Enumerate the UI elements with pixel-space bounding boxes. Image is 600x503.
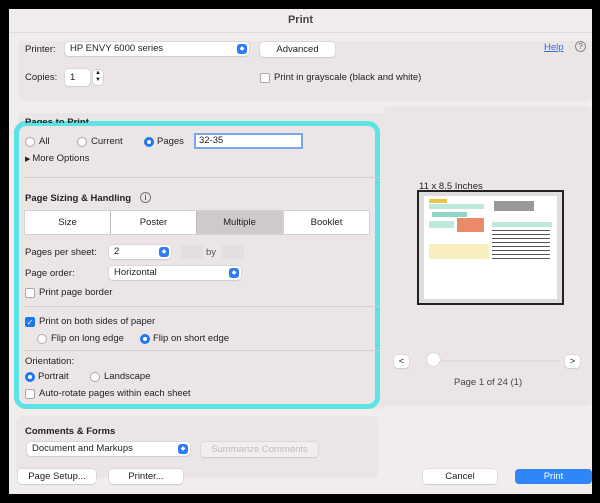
- tab-poster[interactable]: Poster: [111, 211, 196, 234]
- radio-long-edge-label: Flip on long edge: [51, 333, 124, 344]
- tab-booklet[interactable]: Booklet: [284, 211, 369, 234]
- autorotate-checkbox[interactable]: [25, 389, 35, 399]
- page-slider-thumb[interactable]: [427, 353, 440, 366]
- pages-per-sheet-value: 2: [114, 246, 120, 257]
- printer-button[interactable]: Printer...: [109, 469, 183, 484]
- page-info: Page 1 of 24 (1): [454, 377, 523, 388]
- comments-value: Document and Markups: [32, 443, 133, 454]
- next-page-button[interactable]: >: [565, 355, 580, 368]
- page-slider[interactable]: [434, 360, 560, 362]
- copies-input[interactable]: 1: [65, 69, 90, 86]
- page-preview: [417, 190, 564, 305]
- more-options-toggle[interactable]: ▶ More Options: [25, 153, 89, 164]
- chevron-updown-icon: ◆: [178, 444, 188, 454]
- chevron-updown-icon: ◆: [229, 268, 239, 278]
- printer-label: Printer:: [25, 44, 56, 55]
- help-link[interactable]: Help: [544, 42, 564, 53]
- more-options-label: More Options: [32, 153, 90, 164]
- radio-current[interactable]: [77, 137, 87, 147]
- page-border-checkbox[interactable]: [25, 288, 35, 298]
- radio-pages[interactable]: [144, 137, 154, 147]
- grayscale-checkbox[interactable]: [260, 73, 270, 83]
- page-range-input[interactable]: 32-35: [194, 133, 303, 149]
- radio-pages-label: Pages: [157, 136, 184, 147]
- comments-select[interactable]: Document and Markups ◆: [27, 442, 190, 456]
- radio-current-label: Current: [91, 136, 123, 147]
- both-sides-label: Print on both sides of paper: [39, 316, 156, 327]
- printer-value: HP ENVY 6000 series: [70, 43, 164, 54]
- page-order-label: Page order:: [25, 268, 75, 279]
- cancel-button[interactable]: Cancel: [423, 469, 497, 484]
- info-icon[interactable]: i: [140, 192, 151, 203]
- tab-multiple[interactable]: Multiple: [197, 211, 282, 234]
- tab-size[interactable]: Size: [25, 211, 110, 234]
- print-dialog: Print Printer: HP ENVY 6000 series ◆ Adva…: [9, 9, 592, 494]
- pages-per-sheet-select[interactable]: 2 ◆: [109, 245, 171, 259]
- custom-rows-input: [222, 245, 244, 259]
- radio-portrait[interactable]: [25, 372, 35, 382]
- prev-page-button[interactable]: <: [394, 355, 409, 368]
- radio-short-edge-label: Flip on short edge: [153, 333, 230, 344]
- both-sides-checkbox[interactable]: ✓: [25, 317, 35, 327]
- chevron-updown-icon: ◆: [237, 44, 247, 54]
- autorotate-label: Auto-rotate pages within each sheet: [39, 388, 191, 399]
- by-label: by: [206, 247, 217, 258]
- copies-label: Copies:: [25, 72, 58, 83]
- radio-landscape[interactable]: [90, 372, 100, 382]
- page-setup-button[interactable]: Page Setup...: [18, 469, 96, 484]
- custom-columns-input: [181, 245, 203, 259]
- divider: [24, 177, 379, 178]
- divider: [24, 350, 379, 351]
- chevron-updown-icon: ◆: [159, 247, 169, 257]
- page-order-select[interactable]: Horizontal ◆: [109, 266, 241, 280]
- divider: [24, 306, 379, 307]
- radio-portrait-label: Portrait: [38, 371, 69, 382]
- orientation-label: Orientation:: [25, 356, 75, 367]
- copies-stepper[interactable]: ▲ ▼: [93, 70, 103, 85]
- advanced-button[interactable]: Advanced: [260, 42, 335, 57]
- page-border-label: Print page border: [39, 287, 113, 298]
- radio-all-label: All: [39, 136, 50, 147]
- grayscale-label: Print in grayscale (black and white): [274, 72, 422, 83]
- summarize-comments-button[interactable]: Summarize Comments: [201, 442, 318, 457]
- preview-page-image: [424, 196, 557, 299]
- page-order-value: Horizontal: [114, 267, 157, 278]
- sizing-heading: Page Sizing & Handling: [25, 193, 132, 204]
- comments-heading: Comments & Forms: [25, 426, 116, 437]
- pages-per-sheet-label: Pages per sheet:: [25, 247, 97, 258]
- printer-select[interactable]: HP ENVY 6000 series ◆: [65, 42, 249, 56]
- radio-long-edge[interactable]: [37, 334, 47, 344]
- pages-heading: Pages to Print: [25, 117, 89, 123]
- dialog-title: Print: [9, 9, 592, 33]
- radio-short-edge[interactable]: [140, 334, 150, 344]
- radio-all[interactable]: [25, 137, 35, 147]
- radio-landscape-label: Landscape: [104, 371, 151, 382]
- print-button[interactable]: Print: [515, 469, 592, 484]
- help-icon[interactable]: ?: [575, 41, 586, 52]
